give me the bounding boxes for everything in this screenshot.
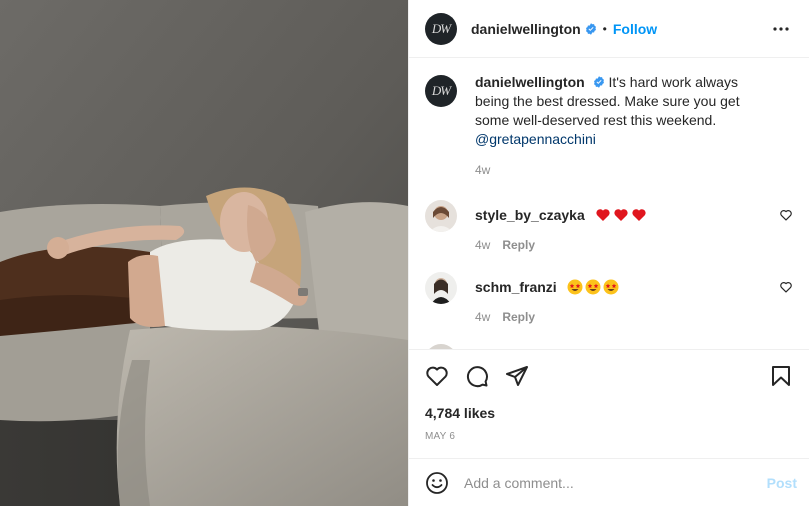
comment-text: schm_franzi (475, 278, 765, 296)
likes-count[interactable]: 4,784 likes (425, 405, 793, 421)
comment-item: style_by_czayka 4w Reply (425, 200, 793, 252)
comments-list[interactable]: DW danielwellington It's hard work alway… (409, 59, 809, 349)
comment-item: schm_franzi 4w Reply (425, 272, 793, 324)
red-heart-emoji (632, 209, 646, 221)
verified-badge-icon (585, 22, 596, 35)
comment-timestamp[interactable]: 4w (475, 238, 490, 252)
comment-body: style_by_czayka 4w Reply (475, 206, 765, 252)
avatar-monogram: DW (431, 83, 451, 98)
red-heart-emoji (596, 209, 610, 221)
comment-icon[interactable] (465, 364, 489, 388)
post-image (0, 0, 408, 506)
post-comment-button[interactable]: Post (767, 475, 797, 491)
author-username[interactable]: danielwellington (471, 21, 581, 37)
comment-body: schm_franzi 4w Reply (475, 278, 765, 324)
star-struck-emoji (603, 279, 619, 295)
action-bar (425, 362, 793, 390)
follow-button[interactable]: Follow (613, 21, 657, 37)
comment-like-icon[interactable] (779, 280, 793, 294)
emoji-icon[interactable] (425, 471, 449, 495)
commenter-avatar[interactable] (425, 200, 457, 232)
author-avatar[interactable]: DW (425, 12, 457, 45)
comment-like-icon[interactable] (779, 208, 793, 222)
red-heart-emoji (614, 209, 628, 221)
add-comment-input[interactable] (464, 474, 767, 491)
caption-body: danielwellington It's hard work always b… (475, 73, 775, 180)
commenter-avatar[interactable] (425, 272, 457, 304)
avatar-monogram: DW (431, 20, 451, 36)
comment-text: style_by_czayka (475, 206, 765, 224)
separator-dot: • (602, 21, 607, 36)
caption-timestamp[interactable]: 4w (475, 161, 775, 180)
post-caption: DW danielwellington It's hard work alway… (425, 73, 793, 180)
share-icon[interactable] (505, 364, 529, 388)
comment-username[interactable]: schm_franzi (475, 279, 557, 295)
comment-meta: 4w Reply (475, 238, 765, 252)
more-options-icon[interactable] (769, 17, 793, 41)
reply-button[interactable]: Reply (502, 238, 535, 252)
post-panel: DW danielwellington • Follow DW danielwe… (408, 0, 809, 506)
reply-button[interactable]: Reply (502, 310, 535, 324)
star-struck-emoji (585, 279, 601, 295)
verified-badge-icon (593, 76, 604, 88)
comment-meta: 4w Reply (475, 310, 765, 324)
post-actions: 4,784 likes MAY 6 (409, 349, 809, 442)
star-struck-emoji (567, 279, 583, 295)
post-modal: DW danielwellington • Follow DW danielwe… (0, 0, 809, 506)
add-comment-bar: Post (409, 458, 809, 506)
caption-username[interactable]: danielwellington (475, 74, 585, 90)
post-photo[interactable] (0, 0, 408, 506)
caption-mention-link[interactable]: @gretapennacchini (475, 131, 596, 147)
comment-username[interactable]: style_by_czayka (475, 207, 585, 223)
post-header: DW danielwellington • Follow (409, 0, 809, 58)
caption-avatar[interactable]: DW (425, 75, 457, 107)
like-icon[interactable] (425, 364, 449, 388)
comment-timestamp[interactable]: 4w (475, 310, 490, 324)
post-date[interactable]: MAY 6 (425, 431, 793, 442)
save-icon[interactable] (769, 364, 793, 388)
